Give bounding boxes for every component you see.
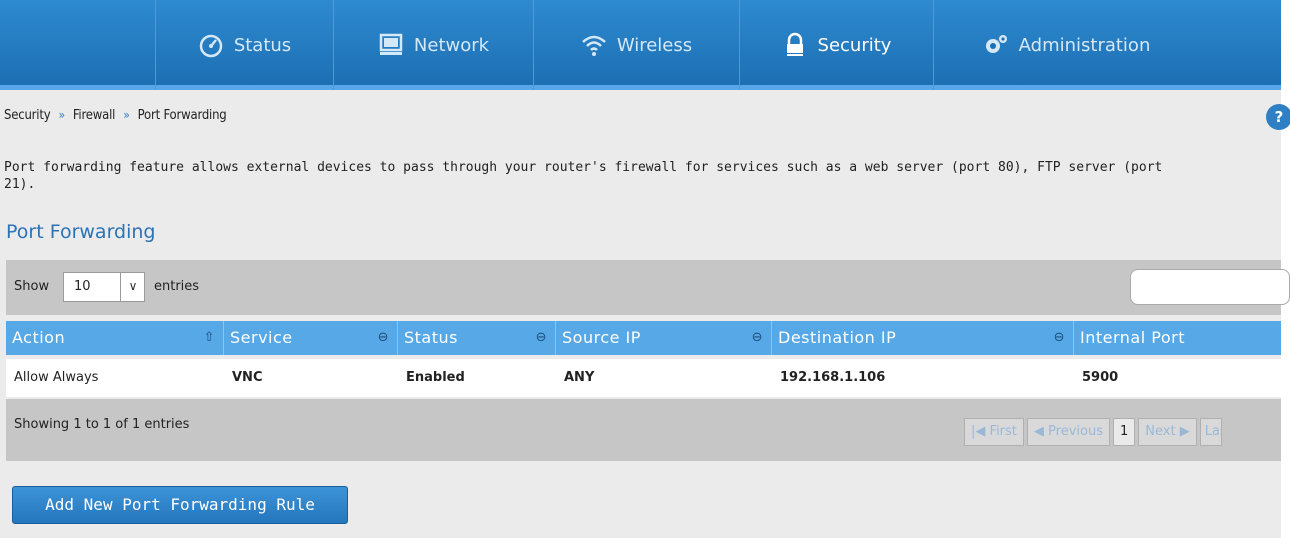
previous-label: Previous [1048, 424, 1103, 439]
cell-status: Enabled [406, 370, 465, 385]
column-header-internal-port[interactable]: Internal Port [1074, 321, 1281, 355]
breadcrumb-security[interactable]: Security [4, 108, 51, 123]
cell-service: VNC [232, 370, 263, 385]
page-size-value: 10 [74, 279, 91, 294]
page-size-select[interactable]: 10 ∨ [63, 272, 145, 302]
first-label: First [989, 424, 1017, 439]
page-description: Port forwarding feature allows external … [4, 160, 1163, 192]
lock-icon [786, 32, 803, 56]
table-footer: Showing 1 to 1 of 1 entries |◀ First ◀ P… [6, 399, 1281, 461]
breadcrumb-firewall[interactable]: Firewall [73, 108, 116, 123]
nav-administration[interactable]: Administration [933, 0, 1199, 90]
sort-icon: ⊖ [751, 330, 763, 345]
column-header-label: Destination IP [778, 328, 897, 347]
top-navigation: Status Network Wireless Security Adminis… [0, 0, 1281, 90]
table-controls: Show 10 ∨ entries [6, 260, 1290, 315]
nav-network-label: Network [413, 34, 490, 56]
next-label: Next [1145, 424, 1176, 439]
previous-page-button[interactable]: ◀ Previous [1026, 418, 1110, 446]
column-header-label: Status [404, 328, 458, 347]
column-header-label: Service [230, 328, 293, 347]
sort-icon: ⊖ [377, 330, 389, 345]
nav-security[interactable]: Security [739, 0, 933, 90]
last-label: Last [1204, 424, 1221, 439]
column-header-service[interactable]: Service ⊖ [224, 321, 398, 355]
column-header-label: Action [12, 328, 66, 347]
first-icon: |◀ [971, 424, 986, 439]
next-page-button[interactable]: Next ▶ [1138, 418, 1197, 446]
column-header-label: Source IP [562, 328, 641, 347]
sort-up-icon: ⇧ [203, 330, 215, 345]
nav-security-label: Security [817, 34, 892, 56]
wifi-icon [581, 35, 606, 56]
nav-wireless-label: Wireless [616, 34, 693, 56]
nav-administration-label: Administration [1018, 34, 1151, 56]
cell-destination-ip: 192.168.1.106 [780, 370, 886, 385]
cell-action: Allow Always [14, 370, 99, 385]
table-row[interactable]: Allow Always VNC Enabled ANY 192.168.1.1… [6, 359, 1281, 397]
help-icon[interactable]: ? [1266, 104, 1290, 130]
sort-icon: ⊖ [535, 330, 547, 345]
add-port-forwarding-rule-button[interactable]: Add New Port Forwarding Rule [12, 486, 348, 524]
column-header-source-ip[interactable]: Source IP ⊖ [556, 321, 772, 355]
next-icon: ▶ [1179, 424, 1190, 439]
breadcrumb: Security » Firewall » Port Forwarding [4, 108, 227, 123]
first-page-button[interactable]: |◀ First [964, 418, 1024, 446]
nav-status[interactable]: Status [155, 0, 333, 90]
column-header-destination-ip[interactable]: Destination IP ⊖ [772, 321, 1074, 355]
entries-info: Showing 1 to 1 of 1 entries [14, 417, 190, 432]
nav-status-label: Status [233, 34, 292, 56]
column-header-label: Internal Port [1080, 328, 1185, 347]
monitor-icon [379, 33, 403, 55]
previous-icon: ◀ [1033, 424, 1044, 439]
nav-network[interactable]: Network [333, 0, 533, 90]
search-input[interactable] [1130, 269, 1290, 305]
column-header-status[interactable]: Status ⊖ [398, 321, 556, 355]
breadcrumb-port-forwarding: Port Forwarding [137, 108, 227, 123]
chevron-down-icon: ∨ [120, 273, 145, 301]
dashboard-icon [199, 34, 223, 58]
show-label: Show [14, 279, 50, 294]
last-page-button[interactable]: Last [1199, 418, 1222, 446]
table-header: Action ⇧ Service ⊖ Status ⊖ Source IP ⊖ … [6, 321, 1281, 355]
sort-icon: ⊖ [1053, 330, 1065, 345]
cell-internal-port: 5900 [1082, 370, 1119, 385]
current-page-button[interactable]: 1 [1112, 418, 1136, 446]
gears-icon [985, 35, 1007, 53]
section-title: Port Forwarding [6, 221, 156, 243]
breadcrumb-separator: » [123, 108, 130, 122]
pagination: |◀ First ◀ Previous 1 Next ▶ Last [964, 418, 1225, 446]
column-header-action[interactable]: Action ⇧ [6, 321, 224, 355]
cell-source-ip: ANY [564, 370, 595, 385]
nav-wireless[interactable]: Wireless [533, 0, 739, 90]
entries-label: entries [154, 279, 200, 294]
breadcrumb-separator: » [58, 108, 65, 122]
